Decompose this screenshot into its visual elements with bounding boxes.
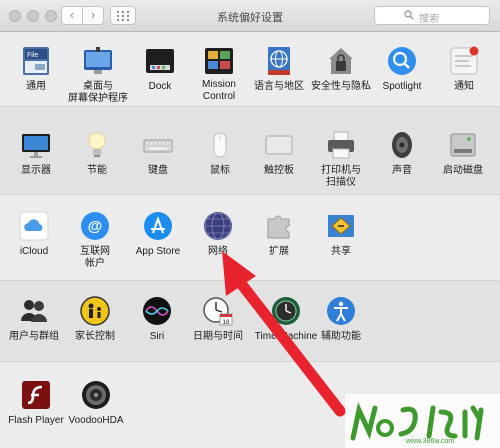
energy-saver-icon xyxy=(81,129,113,161)
section-hardware: 显示器 节能 键盘 鼠标 触控板 打印机与 扫描仪 声音 启动磁盘 xyxy=(0,107,500,195)
mission-control-icon xyxy=(203,45,235,77)
parental-controls-icon xyxy=(79,295,111,327)
pref-startup-disk[interactable]: 启动磁盘 xyxy=(427,129,499,177)
language-region-icon xyxy=(263,45,295,77)
mouse-icon xyxy=(204,129,236,161)
users-groups-icon xyxy=(18,295,50,327)
voodoohda-icon xyxy=(80,379,112,411)
svg-text:@: @ xyxy=(88,218,103,235)
svg-text:18: 18 xyxy=(222,319,230,326)
icloud-icon xyxy=(18,210,50,242)
sound-icon xyxy=(386,129,418,161)
pref-accessibility[interactable]: 辅助功能 xyxy=(305,295,377,343)
network-icon xyxy=(202,210,234,242)
sharing-icon xyxy=(325,210,357,242)
siri-icon xyxy=(141,295,173,327)
search-placeholder: 搜索 xyxy=(419,14,439,25)
extensions-icon xyxy=(263,210,295,242)
section-internet: iCloud @ 互联网 帐户 App Store 网络 扩展 共享 xyxy=(0,195,500,281)
accessibility-icon xyxy=(325,295,357,327)
watermark-url: www.386w.com xyxy=(406,438,455,445)
notifications-icon xyxy=(448,45,480,77)
time-machine-icon xyxy=(270,295,302,327)
pref-internet-accounts[interactable]: @ 互联网 帐户 xyxy=(59,210,131,270)
keyboard-icon xyxy=(142,129,174,161)
printers-scanners-icon xyxy=(325,129,357,161)
pref-sharing[interactable]: 共享 xyxy=(305,210,377,258)
section-personal: File 通用 桌面与 屏幕保护程序 Dock Mission Control … xyxy=(0,33,500,107)
app-store-icon xyxy=(142,210,174,242)
trackpad-icon xyxy=(263,129,295,161)
startup-disk-icon xyxy=(447,129,479,161)
search-icon xyxy=(404,10,414,20)
security-privacy-icon xyxy=(325,45,357,77)
search-field[interactable]: 搜索 xyxy=(374,6,490,25)
pref-notifications[interactable]: 通知 xyxy=(428,45,500,93)
section-system: 用户与群组 家长控制 Siri 18 日期与时间 Time Machine 辅助… xyxy=(0,281,500,362)
spotlight-icon xyxy=(386,45,418,77)
pref-voodoohda[interactable]: VoodooHDA xyxy=(60,379,132,427)
displays-icon xyxy=(20,129,52,161)
section-other: Flash Player VoodooHDA xyxy=(0,362,500,448)
window-titlebar: ‹ › 系统偏好设置 搜索 xyxy=(0,0,500,32)
svg-text:File: File xyxy=(27,52,38,59)
dock-icon xyxy=(144,45,176,77)
desktop-screensaver-icon xyxy=(82,45,114,77)
internet-accounts-icon: @ xyxy=(79,210,111,242)
general-icon: File xyxy=(20,45,52,77)
pref-date-time[interactable]: 18 日期与时间 xyxy=(182,295,254,343)
flash-player-icon xyxy=(20,379,52,411)
date-time-icon: 18 xyxy=(202,295,234,327)
